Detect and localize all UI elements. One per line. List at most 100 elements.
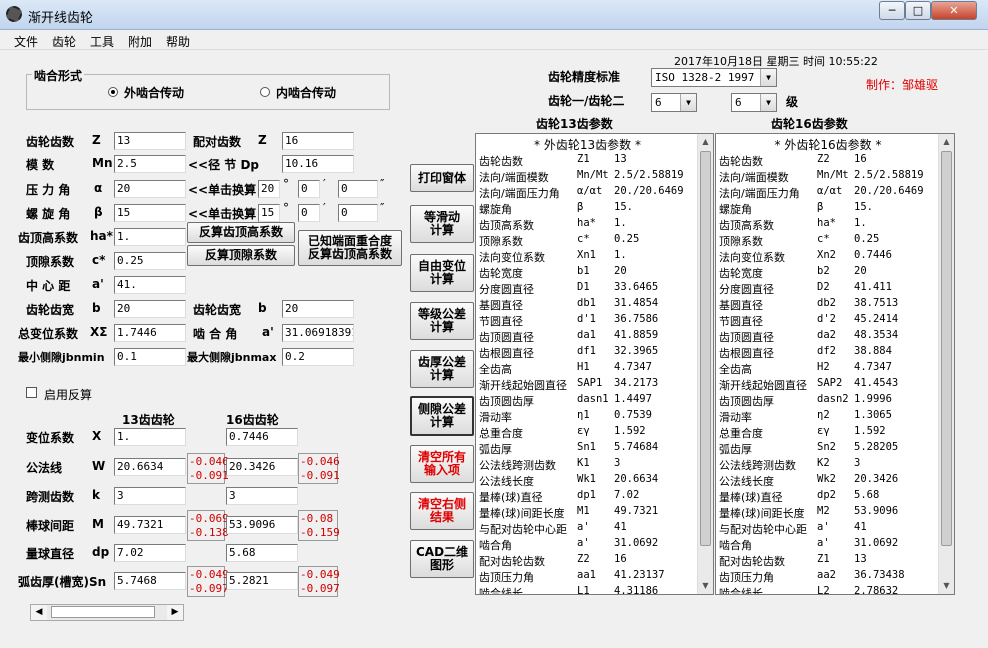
result-name: 齿轮齿数	[479, 155, 523, 168]
arrow-left-icon[interactable]: ◀	[31, 605, 47, 620]
print-window-button[interactable]: 打印窗体	[410, 164, 474, 192]
helix-angle-convert[interactable]: <<单击换算	[188, 205, 256, 222]
result-name: 节圆直径	[479, 315, 523, 328]
result-name: 法向变位系数	[719, 251, 785, 264]
arrow-down-icon[interactable]: ▼	[698, 578, 713, 594]
min-backlash-input[interactable]: 0.1	[114, 348, 186, 366]
result-value: 4.7347	[854, 361, 892, 373]
menu-help[interactable]: 帮助	[166, 33, 190, 50]
wk-gear1-input[interactable]: 20.6634	[114, 458, 186, 476]
internal-mesh-radio[interactable]	[260, 87, 270, 97]
total-shift-symbol: XΣ	[90, 325, 108, 339]
clearance-coef-input[interactable]: 0.25	[114, 252, 186, 270]
helix-angle-symbol: β	[94, 205, 103, 219]
result-value: 41.8859	[614, 329, 659, 341]
minimize-button[interactable]: ─	[879, 1, 905, 20]
helix-angle-min-input[interactable]: 0	[298, 204, 320, 222]
grade1-select[interactable]: 6 ▼	[651, 93, 697, 112]
shift-coef-gear1-input[interactable]: 1.	[114, 428, 186, 446]
face-width1-input[interactable]: 20	[114, 300, 186, 318]
grade2-select[interactable]: 6 ▼	[731, 93, 777, 112]
result-value: 5.68	[854, 489, 880, 501]
mesh-angle-input[interactable]: 31.06918391	[282, 324, 354, 342]
pressure-angle-convert[interactable]: <<单击换算	[188, 181, 256, 198]
module-input[interactable]: 2.5	[114, 155, 186, 173]
ball-distance-gear2-lower: -0.159	[300, 526, 340, 539]
pressure-angle-min-input[interactable]: 0	[298, 180, 320, 198]
ball-diameter-gear1-input[interactable]: 7.02	[114, 544, 186, 562]
known-overlap-button[interactable]: 已知端面重合度 反算齿顶高系数	[298, 230, 402, 266]
scroll-thumb[interactable]	[700, 151, 711, 546]
ball-distance-gear1-input[interactable]: 49.7321	[114, 516, 186, 534]
ball-distance-gear2-input[interactable]: 53.9096	[226, 516, 298, 534]
pressure-angle-sec-input[interactable]: 0	[338, 180, 378, 198]
result-value: 0.25	[614, 233, 640, 245]
clear-results-button[interactable]: 清空右侧 结果	[410, 492, 474, 530]
total-shift-input[interactable]: 1.7446	[114, 324, 186, 342]
result-value: 45.2414	[854, 313, 899, 325]
center-distance-input[interactable]: 41.	[114, 276, 186, 294]
addendum-coef-input[interactable]: 1.	[114, 228, 186, 246]
gear1-vertical-scrollbar[interactable]: ▲ ▼	[697, 134, 713, 594]
scroll-thumb[interactable]	[51, 606, 155, 618]
result-symbol: D1	[577, 281, 590, 293]
cad-drawing-button[interactable]: CAD二维 图形	[410, 540, 474, 578]
horizontal-scrollbar[interactable]: ◀ ▶	[30, 604, 184, 621]
tooth-thickness-gear2-input[interactable]: 5.2821	[226, 572, 298, 590]
menu-gear[interactable]: 齿轮	[52, 33, 76, 50]
mesh-angle-symbol: a'	[262, 325, 274, 339]
external-mesh-radio[interactable]	[108, 87, 118, 97]
free-shift-button[interactable]: 自由变位 计算	[410, 254, 474, 292]
span-teeth-gear1-input[interactable]: 3	[114, 487, 186, 505]
helix-angle-deg-input[interactable]: 15	[258, 204, 280, 222]
result-value: 4.7347	[614, 361, 652, 373]
close-button[interactable]: ✕	[931, 1, 977, 20]
tooth-thickness-gear1-input[interactable]: 5.7468	[114, 572, 186, 590]
gear2-result-list[interactable]: * 外齿轮16齿参数 * 齿轮齿数 Z2 16 法向/端面模数 Mn/Mt 2.5/2.5…	[715, 133, 955, 595]
z1-input[interactable]: 13	[114, 132, 186, 150]
pressure-angle-deg-input[interactable]: 20	[258, 180, 280, 198]
calc-clearance-button[interactable]: 反算顶隙系数	[187, 245, 295, 266]
arrow-up-icon[interactable]: ▲	[698, 134, 713, 150]
diametral-pitch-label[interactable]: <<径 节 Dp	[188, 156, 259, 173]
clear-inputs-button[interactable]: 清空所有 输入项	[410, 445, 474, 483]
result-name: 啮合线长	[479, 587, 523, 595]
helix-angle-sec-input[interactable]: 0	[338, 204, 378, 222]
result-value: 36.73438	[854, 569, 905, 581]
maximize-button[interactable]: □	[905, 1, 931, 20]
cad-drawing-line2: 图形	[429, 558, 454, 572]
helix-angle-input[interactable]: 15	[114, 204, 186, 222]
module-label: 模 数	[26, 158, 55, 172]
arrow-right-icon[interactable]: ▶	[167, 605, 183, 620]
result-name: 节圆直径	[719, 315, 763, 328]
calc-addendum-button[interactable]: 反算齿顶高系数	[187, 222, 295, 243]
shift-coef-gear2-input[interactable]: 0.7446	[226, 428, 298, 446]
reverse-checkbox[interactable]	[26, 387, 37, 398]
ball-diameter-gear2-input[interactable]: 5.68	[226, 544, 298, 562]
max-backlash-input[interactable]: 0.2	[282, 348, 354, 366]
internal-mesh-label: 内啮合传动	[276, 86, 337, 100]
arrow-up-icon[interactable]: ▲	[939, 134, 954, 150]
pressure-angle-input[interactable]: 20	[114, 180, 186, 198]
z2-input[interactable]: 16	[282, 132, 354, 150]
grade-tolerance-button[interactable]: 等级公差 计算	[410, 302, 474, 340]
gear2-vertical-scrollbar[interactable]: ▲ ▼	[938, 134, 954, 594]
result-symbol: M2	[817, 505, 830, 517]
result-symbol: a'	[817, 537, 830, 549]
gear1-result-list[interactable]: * 外齿轮13齿参数 * 齿轮齿数 Z1 13 法向/端面模数 Mn/Mt 2.5/2.5…	[475, 133, 714, 595]
scroll-thumb[interactable]	[941, 151, 952, 546]
backlash-tolerance-button[interactable]: 侧隙公差 计算	[410, 396, 474, 436]
span-teeth-gear2-input[interactable]: 3	[226, 487, 298, 505]
arrow-down-icon[interactable]: ▼	[939, 578, 954, 594]
face-width2-input[interactable]: 20	[282, 300, 354, 318]
center-distance-label: 中 心 距	[26, 279, 71, 293]
thickness-tolerance-button[interactable]: 齿厚公差 计算	[410, 350, 474, 388]
menu-tools[interactable]: 工具	[90, 33, 114, 50]
equal-slide-button[interactable]: 等滑动 计算	[410, 205, 474, 243]
result-value: 0.7539	[614, 409, 652, 421]
precision-standard-select[interactable]: ISO 1328-2 1997 ▼	[651, 68, 777, 87]
menu-file[interactable]: 文件	[14, 33, 38, 50]
wk-gear2-input[interactable]: 20.3426	[226, 458, 298, 476]
menu-extra[interactable]: 附加	[128, 33, 152, 50]
diametral-pitch-input[interactable]: 10.16	[282, 155, 354, 173]
